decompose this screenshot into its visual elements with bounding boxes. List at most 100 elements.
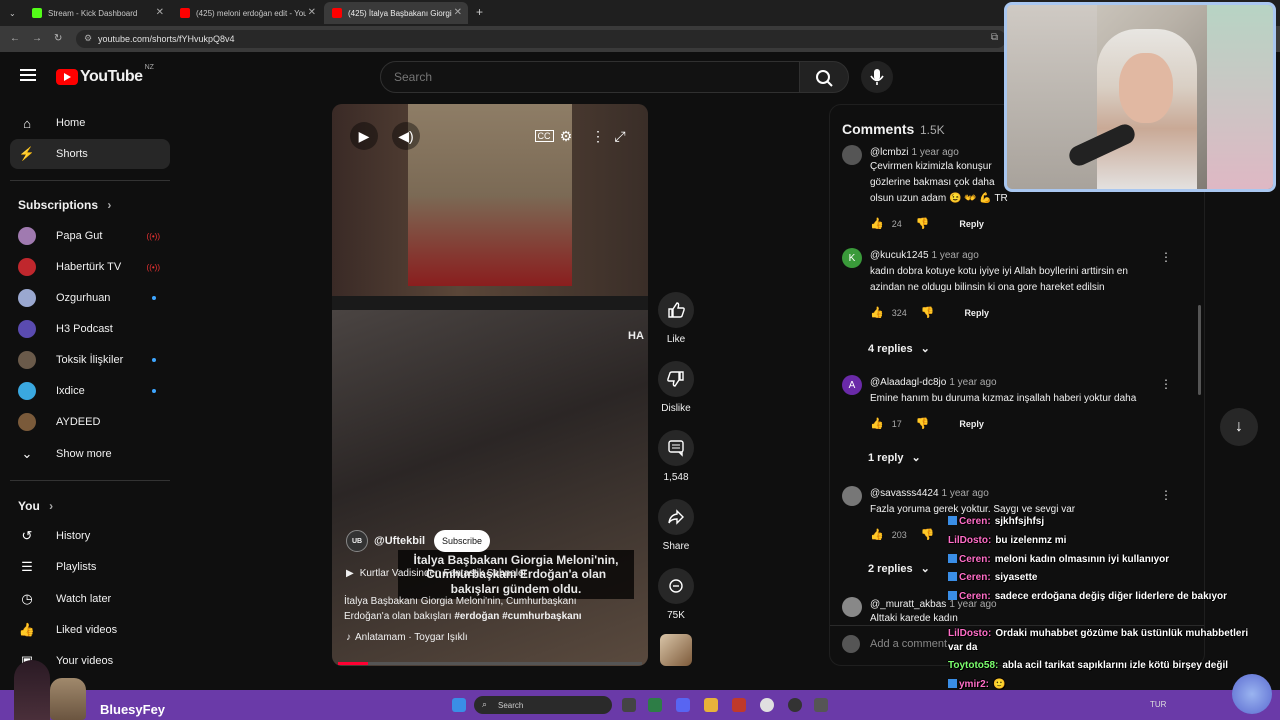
task-view-icon[interactable] xyxy=(622,698,636,712)
sidebar-item-playlists[interactable]: ☰ Playlists xyxy=(10,552,170,582)
close-tab-icon[interactable]: ✕ xyxy=(454,7,462,18)
discord-icon[interactable] xyxy=(676,698,690,712)
new-content-dot xyxy=(152,389,156,393)
play-button[interactable]: ▶ xyxy=(350,122,378,150)
shorts-video-player[interactable]: HA ▶ ◀) CC ⚙ ⋮ ⤢ İtalya Başbakanı Giorgi… xyxy=(332,104,648,666)
more-vertical-icon[interactable]: ⋮ xyxy=(1160,250,1172,264)
comments-scrollbar[interactable] xyxy=(1198,305,1201,395)
settings-button[interactable]: ⚙ xyxy=(552,122,580,150)
sidebar-item-toksik-iliskiler[interactable]: Toksik İlişkiler xyxy=(10,345,170,375)
next-video-button[interactable]: ↓ xyxy=(1220,408,1258,446)
channel-avatar: UB xyxy=(346,530,368,552)
dislike-button[interactable]: Dislike xyxy=(656,361,696,414)
fullscreen-button[interactable]: ⤢ xyxy=(606,122,634,150)
view-replies-button[interactable]: 4 replies ⌄ xyxy=(868,342,930,355)
avatar[interactable] xyxy=(842,597,862,617)
sidebar-item-ozgurhuan[interactable]: Ozgurhuan xyxy=(10,283,170,313)
view-replies-button[interactable]: 1 reply ⌄ xyxy=(868,451,921,464)
sidebar-item-home[interactable]: ⌂ Home xyxy=(10,108,170,138)
like-comment-icon[interactable]: 👍 xyxy=(870,306,884,319)
music-link[interactable]: ♪ Anlatamam · Toygar Işıklı xyxy=(346,632,468,643)
comment-author[interactable]: @lcmbzi 1 year ago xyxy=(870,147,959,158)
windows-start-icon[interactable] xyxy=(452,698,466,712)
avatar[interactable] xyxy=(842,145,862,165)
obs-icon[interactable] xyxy=(788,698,802,712)
search-input[interactable] xyxy=(380,61,800,93)
tab-meloni-edit[interactable]: (425) meloni erdoğan edit - You ✕ xyxy=(172,2,322,24)
sidebar-item-history[interactable]: ↺ History xyxy=(10,521,170,551)
close-tab-icon[interactable]: ✕ xyxy=(308,7,316,18)
chevron-right-icon: › xyxy=(49,499,54,513)
avatar[interactable]: K xyxy=(842,248,862,268)
back-icon[interactable]: ← xyxy=(10,33,20,44)
avatar xyxy=(18,320,36,338)
tab-italya-basbakani[interactable]: (425) İtalya Başbakanı Giorgia M ✕ xyxy=(324,2,468,24)
comments-button[interactable]: 1,548 xyxy=(656,430,696,483)
dislike-comment-icon[interactable]: 👎 xyxy=(921,306,935,319)
arrow-down-icon: ↓ xyxy=(1235,418,1243,435)
sidebar-item-ixdice[interactable]: Ixdice xyxy=(10,376,170,406)
youtube-logo[interactable]: YouTube NZ xyxy=(56,64,154,86)
dislike-comment-icon[interactable]: 👎 xyxy=(916,217,930,230)
avatar[interactable]: A xyxy=(842,375,862,395)
chat-message: Ceren: siyasette xyxy=(948,572,1038,583)
share-button[interactable]: Share xyxy=(656,499,696,552)
tab-kick-dashboard[interactable]: Stream - Kick Dashboard ✕ xyxy=(24,2,170,24)
close-tab-icon[interactable]: ✕ xyxy=(156,7,164,18)
sidebar-item-aydeed[interactable]: AYDEED xyxy=(10,407,170,437)
like-button[interactable]: Like xyxy=(656,292,696,345)
dislike-comment-icon[interactable]: 👎 xyxy=(921,528,935,541)
subscribe-button[interactable]: Subscribe xyxy=(434,530,491,552)
menu-icon[interactable] xyxy=(20,69,36,81)
site-info-icon[interactable]: ⚙ xyxy=(84,33,92,44)
tab-list-button[interactable]: ⌄ xyxy=(6,2,20,24)
sidebar-item-liked-videos[interactable]: 👍 Liked videos xyxy=(10,615,170,645)
playlist-link[interactable]: ▶ Kurtlar Vadisinden Fantastik Sahneler xyxy=(346,568,527,579)
sound-thumbnail[interactable] xyxy=(660,634,692,666)
view-replies-button[interactable]: 2 replies ⌄ xyxy=(868,562,930,575)
like-comment-icon[interactable]: 👍 xyxy=(870,417,884,430)
language-indicator[interactable]: TUR xyxy=(1150,700,1166,709)
subscriptions-heading[interactable]: Subscriptions › xyxy=(18,198,111,212)
forward-icon[interactable]: → xyxy=(32,33,42,44)
like-comment-icon[interactable]: 👍 xyxy=(870,528,884,541)
remix-button[interactable]: 75K xyxy=(656,568,696,621)
hashtag-link[interactable]: #cumhurbaşkanı xyxy=(502,611,581,622)
reply-button[interactable]: Reply xyxy=(959,219,984,229)
app-icon[interactable] xyxy=(814,698,828,712)
show-more-button[interactable]: ⌄ Show more xyxy=(10,439,170,469)
sidebar-item-haberturk-tv[interactable]: Habertürk TV ((•)) xyxy=(10,252,170,282)
sidebar-item-papa-gut[interactable]: Papa Gut ((•)) xyxy=(10,221,170,251)
progress-bar[interactable] xyxy=(338,662,642,665)
url-field[interactable]: ⚙ youtube.com/shorts/fYHvukpQ8v4 ⧉ xyxy=(76,30,1006,48)
taskbar-search[interactable]: ⌕ Search xyxy=(474,696,612,714)
chevron-down-icon: ⌄ xyxy=(21,446,33,461)
new-tab-icon[interactable]: + xyxy=(476,5,483,19)
reply-button[interactable]: Reply xyxy=(964,308,989,318)
comment-author[interactable]: @savasss4424 1 year ago xyxy=(870,488,989,499)
sidebar-item-watch-later[interactable]: ◷ Watch later xyxy=(10,584,170,614)
you-heading[interactable]: You › xyxy=(18,499,53,513)
sidebar-item-h3-podcast[interactable]: H3 Podcast xyxy=(10,314,170,344)
comment-author[interactable]: @kucuk1245 1 year ago xyxy=(870,250,979,261)
mute-button[interactable]: ◀) xyxy=(392,122,420,150)
voice-search-button[interactable] xyxy=(861,61,893,93)
avatar[interactable] xyxy=(842,486,862,506)
folder-icon[interactable] xyxy=(704,698,718,712)
reload-icon[interactable]: ↻ xyxy=(54,33,62,44)
reply-button[interactable]: Reply xyxy=(959,419,984,429)
sidebar-item-shorts[interactable]: ⚡ Shorts xyxy=(10,139,170,169)
dislike-comment-icon[interactable]: 👎 xyxy=(916,417,930,430)
like-comment-icon[interactable]: 👍 xyxy=(870,217,884,230)
channel-link[interactable]: UB @Uftekbil xyxy=(346,530,425,552)
more-vertical-icon[interactable]: ⋮ xyxy=(1160,377,1172,391)
chrome-icon[interactable] xyxy=(760,698,774,712)
search-button[interactable] xyxy=(799,61,849,93)
comment-author[interactable]: @Alaadagl-dc8jo 1 year ago xyxy=(870,377,997,388)
chat-message: Toytoto58: abla acil tarikat sapıklarını … xyxy=(948,660,1229,671)
app-icon[interactable] xyxy=(732,698,746,712)
app-icon[interactable] xyxy=(648,698,662,712)
more-vertical-icon[interactable]: ⋮ xyxy=(1160,488,1172,502)
install-app-icon[interactable]: ⧉ xyxy=(991,32,998,43)
hashtag-link[interactable]: #erdoğan xyxy=(454,611,499,622)
